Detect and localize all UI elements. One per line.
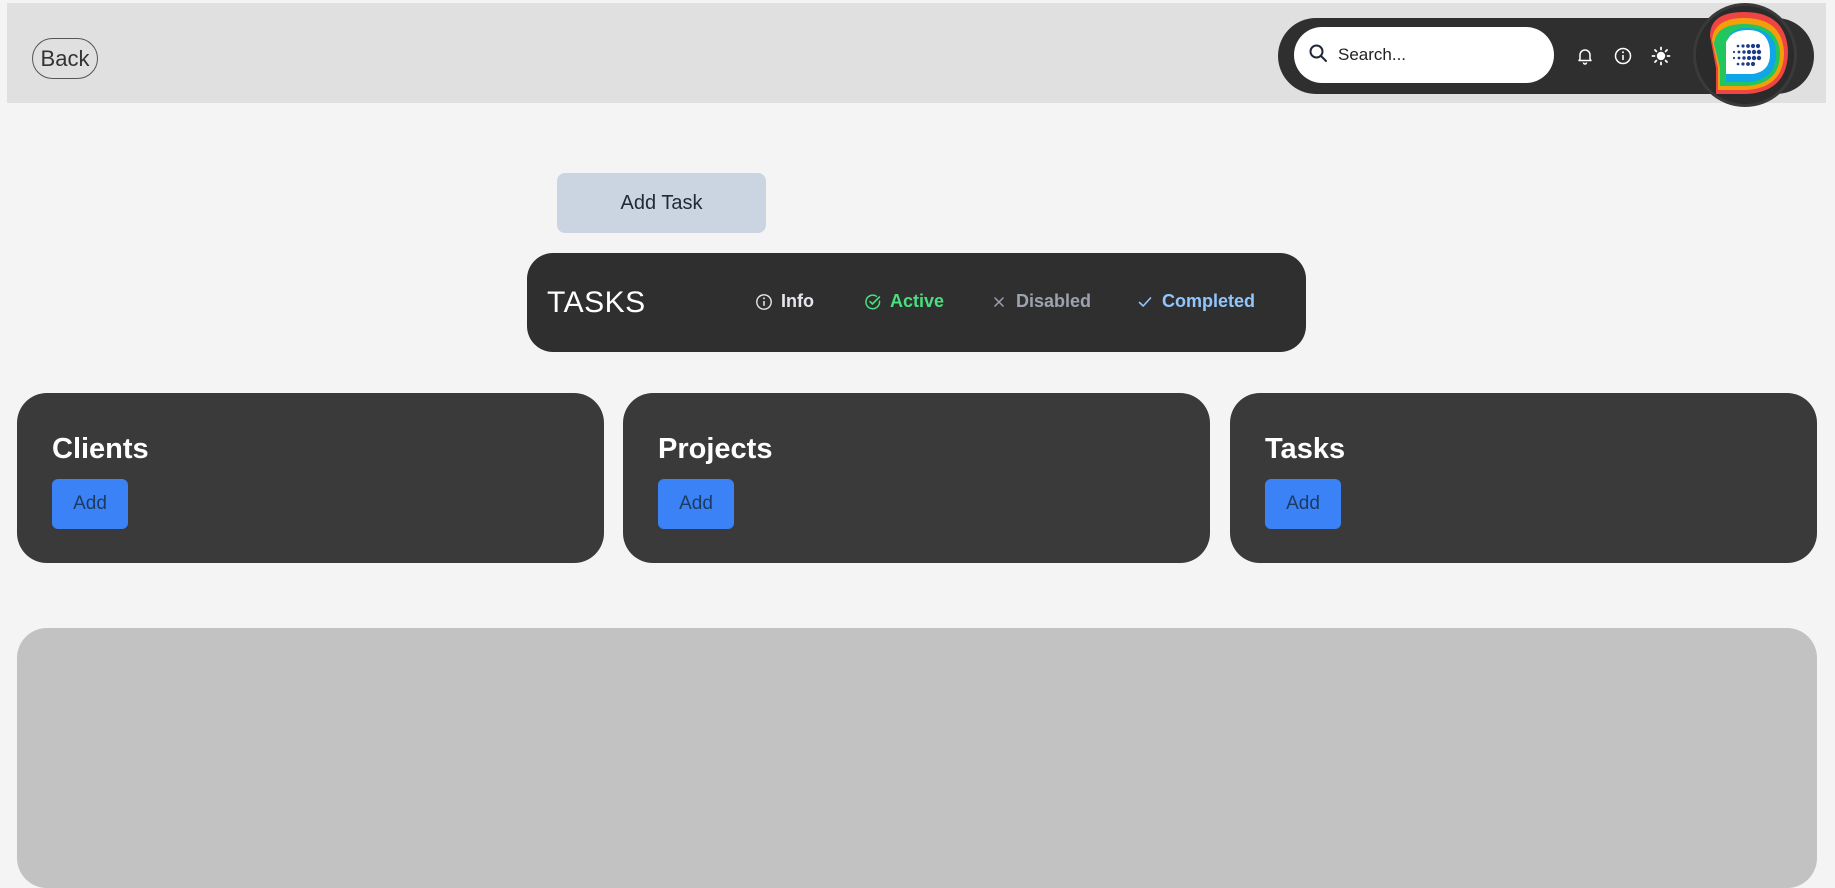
back-button[interactable]: Back <box>32 38 98 79</box>
status-info[interactable]: Info <box>755 291 814 312</box>
status-disabled-label: Disabled <box>1016 291 1092 311</box>
search-box[interactable] <box>1294 27 1554 83</box>
status-active-label: Active <box>890 291 945 311</box>
status-active[interactable]: Active <box>864 291 944 312</box>
clients-card-title: Clients <box>52 433 149 465</box>
add-project-button[interactable]: Add <box>658 479 734 529</box>
tasks-card: Tasks Add <box>1230 393 1817 563</box>
status-completed-label: Completed <box>1162 291 1256 311</box>
check-circle-icon <box>865 293 881 309</box>
bell-icon[interactable] <box>1574 45 1596 67</box>
info-circle-icon <box>756 293 772 310</box>
add-client-button[interactable]: Add <box>52 479 128 529</box>
task-status-title: TASKS <box>547 286 646 319</box>
search-input[interactable] <box>1336 44 1536 66</box>
projects-card-title: Projects <box>658 433 773 465</box>
status-info-label: Info <box>781 291 814 311</box>
add-task-card-button[interactable]: Add <box>1265 479 1341 529</box>
add-task-button[interactable]: Add Task <box>557 173 766 233</box>
task-status-bar: TASKS Info Active Disabled Completed <box>527 253 1306 352</box>
clients-card: Clients Add <box>17 393 604 563</box>
tasks-card-title: Tasks <box>1265 433 1346 465</box>
logo-icon <box>1696 6 1794 104</box>
check-icon <box>1138 296 1152 307</box>
x-icon <box>994 296 1004 307</box>
info-icon[interactable] <box>1612 45 1634 67</box>
search-icon <box>1308 43 1328 68</box>
app-logo-avatar[interactable] <box>1693 3 1797 107</box>
sun-icon[interactable] <box>1650 45 1672 67</box>
projects-card: Projects Add <box>623 393 1210 563</box>
status-completed[interactable]: Completed <box>1136 291 1255 312</box>
content-panel <box>17 628 1817 888</box>
status-disabled[interactable]: Disabled <box>990 291 1091 312</box>
